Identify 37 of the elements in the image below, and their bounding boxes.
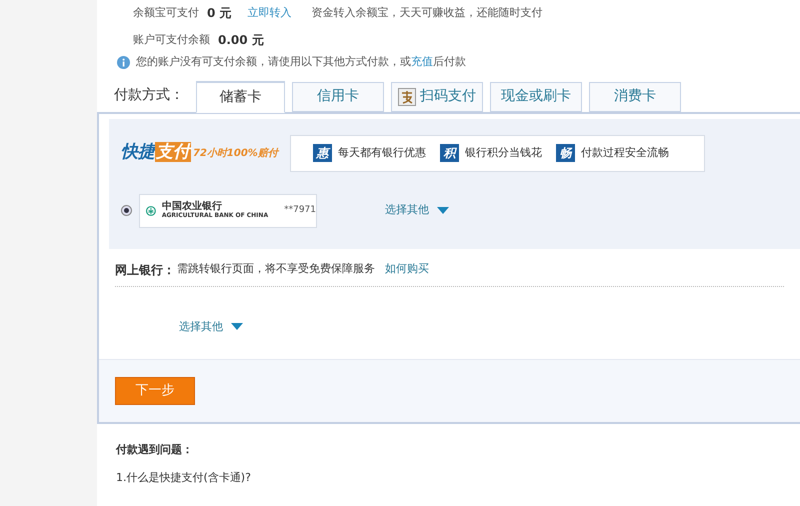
info-icon [117, 56, 130, 69]
feature-text: 银行积分当钱花 [464, 144, 542, 161]
caret-icon [231, 322, 243, 331]
notice-text: 您的账户没有可支付余额，请使用以下其他方式付款，或充值后付款 [136, 54, 466, 70]
payment-tab[interactable]: 储蓄卡 [196, 80, 285, 112]
bank-name: 中国农业银行 [162, 202, 223, 212]
slogan-text: 72小时100%赔付 [193, 146, 278, 160]
payment-tab[interactable]: 消费卡 [589, 82, 681, 112]
yuebao-note: 资金转入余额宝，天天可赚收益，还能随时支付 [312, 4, 543, 21]
help-question: 1.什么是快捷支付(含卡通)? [116, 470, 252, 486]
online-bank-note: 需跳转银行页面，将不享受免费保障服务 [177, 261, 375, 278]
online-bank-label: 网上银行： [115, 262, 175, 278]
radio-button[interactable] [121, 205, 132, 216]
feature-badge: 惠 [312, 144, 332, 162]
next-step-button[interactable]: 下一步 [115, 376, 195, 404]
recharge-link[interactable]: 充值 [411, 55, 433, 68]
choose-other-dropdown[interactable]: 选择其他 [179, 318, 243, 335]
quick-pay-logo: 快捷支付 [121, 140, 191, 166]
balance-amount: 0.00 元 [218, 32, 264, 49]
payment-method-label: 付款方式： [114, 86, 184, 104]
balance-label: 账户可支付余额 [133, 32, 210, 48]
balance-label: 余额宝可支付 [133, 4, 199, 21]
feature-text: 付款过程安全流畅 [580, 144, 669, 161]
how-to-buy-link[interactable]: 如何购买 [385, 261, 429, 278]
balance-amount: 0 元 [207, 5, 232, 22]
choose-other-dropdown[interactable]: 选择其他 [385, 202, 449, 219]
transfer-link[interactable]: 立即转入 [248, 4, 292, 22]
help-title: 付款遇到问题： [116, 442, 194, 458]
caret-icon [437, 206, 449, 214]
pay-logo-icon [398, 88, 416, 106]
payment-tab[interactable]: 现金或刷卡 [490, 82, 582, 112]
payment-tab[interactable]: 信用卡 [292, 82, 384, 112]
feature-text: 每天都有银行优惠 [338, 144, 426, 161]
feature-badge: 积 [440, 144, 459, 162]
payment-tab[interactable]: 扫码支付 [391, 82, 483, 112]
feature-badge: 畅 [556, 144, 575, 162]
card-number: **7971 [284, 204, 316, 217]
